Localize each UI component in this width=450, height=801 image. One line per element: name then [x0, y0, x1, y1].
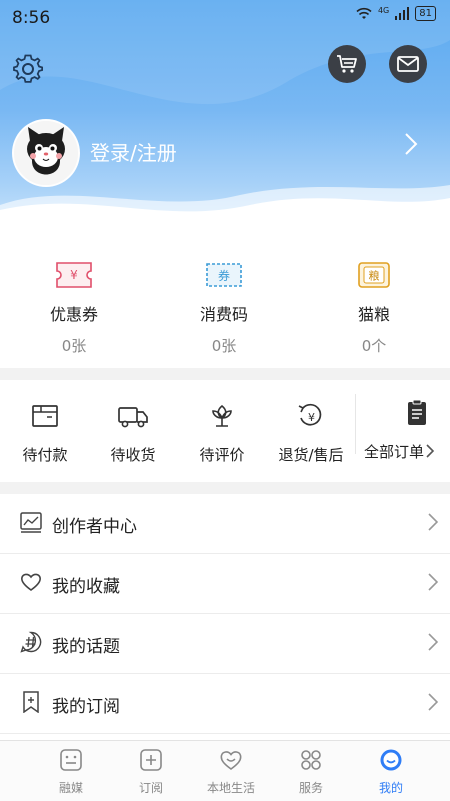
- coupon-icon: ¥: [56, 262, 92, 288]
- wallet-label: 消费码: [199, 305, 248, 324]
- wallet-count: 0张: [61, 337, 87, 355]
- tab-label: 订阅: [138, 781, 163, 795]
- menu-item-topics[interactable]: 我的话题: [0, 614, 450, 674]
- local-life-icon: [220, 751, 242, 770]
- message-button[interactable]: [389, 45, 427, 83]
- avatar[interactable]: [12, 119, 80, 187]
- wifi-icon: [356, 7, 372, 19]
- order-refund-aftersale[interactable]: ¥ 退货/售后: [266, 402, 356, 465]
- chevron-right-icon: [428, 513, 438, 531]
- menu-item-creator-center[interactable]: 创作者中心: [0, 494, 450, 554]
- hashtag-icon: [20, 631, 42, 653]
- voucher-icon-glyph: 券: [218, 268, 230, 283]
- order-pending-receipt[interactable]: 待收货: [88, 402, 178, 465]
- settings-gear-icon[interactable]: [10, 52, 46, 88]
- all-orders-label: 全部订单: [364, 441, 450, 462]
- bookmark-plus-icon: [23, 691, 39, 713]
- coupon-icon-glyph: ¥: [70, 268, 78, 282]
- heart-icon: [21, 573, 41, 591]
- cart-button[interactable]: [328, 45, 366, 83]
- profile-header: 8:56 4G 81 登录/注册: [0, 0, 450, 245]
- header-wave-background: [0, 0, 450, 245]
- chart-icon: [20, 512, 42, 533]
- clipboard-icon: [408, 399, 426, 425]
- tab-label: 我的: [378, 781, 403, 795]
- tab-local-life[interactable]: 本地生活: [191, 748, 271, 796]
- media-icon: [60, 749, 82, 771]
- wallet-section: ¥ 优惠券 0张 券 消费码 0张 粮 猫粮 0个: [0, 245, 450, 365]
- orders-section: 待付款 待收货 待评价 ¥ 退货/售后 全部订单: [0, 382, 450, 482]
- chevron-right-icon[interactable]: [404, 132, 418, 156]
- menu-item-subscriptions[interactable]: 我的订阅: [0, 674, 450, 734]
- voucher-code-icon: 券: [206, 263, 242, 287]
- chevron-right-icon: [428, 693, 438, 711]
- wallet-count: 0个: [361, 337, 387, 355]
- status-time: 8:56: [12, 8, 51, 28]
- wallet-icon: [32, 405, 58, 427]
- menu-item-label: 我的订阅: [52, 697, 120, 717]
- tab-label: 融媒: [58, 781, 83, 795]
- login-register-link[interactable]: 登录/注册: [90, 137, 177, 166]
- truck-icon: [118, 407, 148, 428]
- tab-label: 服务: [298, 781, 323, 795]
- tab-media[interactable]: 融媒: [31, 748, 111, 796]
- status-bar: 8:56 4G 81: [0, 0, 450, 36]
- order-pending-review[interactable]: 待评价: [177, 402, 267, 465]
- status-icons: 4G 81: [356, 6, 436, 21]
- order-divider: [355, 394, 356, 454]
- order-label: 待收货: [110, 446, 156, 464]
- menu-list: 创作者中心 我的收藏 我的话题 我的订阅: [0, 494, 450, 734]
- menu-item-favorites[interactable]: 我的收藏: [0, 554, 450, 614]
- order-label: 待评价: [199, 446, 245, 464]
- services-icon: [301, 750, 321, 770]
- cat-food-icon: 粮: [358, 262, 390, 288]
- order-pending-payment[interactable]: 待付款: [0, 402, 90, 465]
- section-divider: [0, 482, 450, 494]
- signal-icon: [395, 7, 410, 20]
- profile-icon: [380, 749, 402, 771]
- tab-services[interactable]: 服务: [271, 748, 351, 796]
- refund-icon: ¥: [298, 403, 322, 426]
- order-label: 待付款: [22, 446, 68, 464]
- battery-indicator: 81: [415, 6, 436, 21]
- wallet-label: 优惠券: [49, 305, 98, 324]
- tab-profile[interactable]: 我的: [351, 748, 431, 796]
- menu-item-label: 我的收藏: [52, 577, 120, 597]
- subscribe-icon: [140, 749, 162, 771]
- cat-avatar-icon: [14, 121, 78, 185]
- cat-food-icon-glyph: 粮: [369, 269, 380, 283]
- order-label: 退货/售后: [278, 446, 344, 464]
- wallet-item-coupon[interactable]: ¥ 优惠券 0张: [14, 261, 134, 356]
- mail-icon: [397, 56, 419, 72]
- network-type: 4G: [377, 6, 390, 15]
- section-divider: [0, 368, 450, 380]
- tab-subscribe[interactable]: 订阅: [111, 748, 191, 796]
- menu-item-label: 我的话题: [52, 637, 120, 657]
- cart-icon: [337, 55, 357, 73]
- svg-text:¥: ¥: [308, 411, 315, 424]
- chevron-right-icon: [428, 573, 438, 591]
- flower-icon: [212, 404, 232, 427]
- chevron-right-icon: [428, 633, 438, 651]
- tab-label: 本地生活: [206, 781, 255, 795]
- wallet-item-cat-food[interactable]: 粮 猫粮 0个: [314, 261, 434, 356]
- menu-item-label: 创作者中心: [52, 517, 137, 537]
- wallet-item-voucher-code[interactable]: 券 消费码 0张: [164, 261, 284, 356]
- wallet-label: 猫粮: [357, 305, 390, 324]
- all-orders-button[interactable]: 全部订单: [360, 399, 450, 462]
- bottom-tab-bar: 融媒 订阅 本地生活 服务 我的: [0, 740, 450, 801]
- wallet-count: 0张: [211, 337, 237, 355]
- all-orders-text: 全部订单: [364, 443, 425, 461]
- chevron-right-icon: [426, 444, 435, 458]
